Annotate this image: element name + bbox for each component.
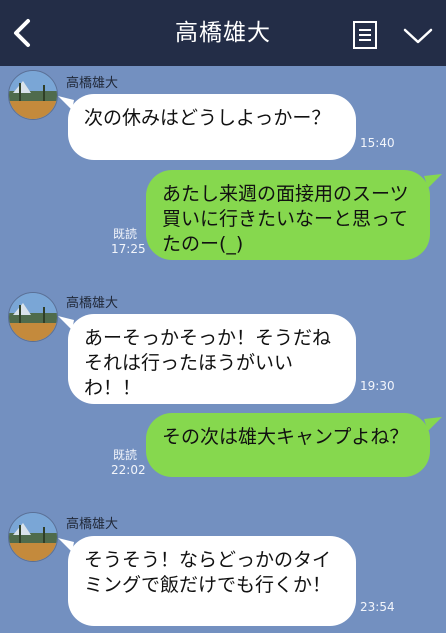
message-bubble[interactable]: あーそっかそっか！そうだねそれは行ったほうがいいわ！！: [68, 314, 356, 404]
avatar[interactable]: [8, 292, 58, 342]
message-time: 22:02: [111, 463, 146, 477]
bubble-tail: [424, 174, 442, 188]
message-time: 23:54: [360, 600, 395, 614]
sender-name: 高橋雄大: [66, 76, 119, 91]
avatar[interactable]: [8, 512, 58, 562]
chat-header: 高橋雄大: [0, 0, 446, 66]
bubble-tail: [424, 417, 442, 431]
read-receipt: 既読: [112, 448, 137, 462]
message-time: 17:25: [111, 242, 146, 256]
message-time: 19:30: [360, 379, 395, 393]
message-bubble[interactable]: その次は雄大キャンプよね？: [146, 413, 430, 477]
note-button[interactable]: [352, 20, 378, 50]
message-bubble[interactable]: 次の休みはどうしよっかー？: [68, 94, 356, 160]
read-receipt: 既読: [112, 227, 137, 241]
message-time: 15:40: [360, 136, 395, 150]
chat-title: 高橋雄大: [175, 20, 271, 46]
sender-name: 高橋雄大: [66, 296, 119, 311]
message-bubble[interactable]: あたし来週の面接用のスーツ買いに行きたいなーと思ってたのー(_): [146, 170, 430, 260]
note-icon: [353, 21, 377, 49]
avatar[interactable]: [8, 70, 58, 120]
chevron-down-icon: [403, 28, 433, 44]
sender-name: 高橋雄大: [66, 517, 119, 532]
menu-toggle-button[interactable]: [402, 26, 434, 46]
message-bubble[interactable]: そうそう！ならどっかのタイミングで飯だけでも行くか！: [68, 536, 356, 626]
